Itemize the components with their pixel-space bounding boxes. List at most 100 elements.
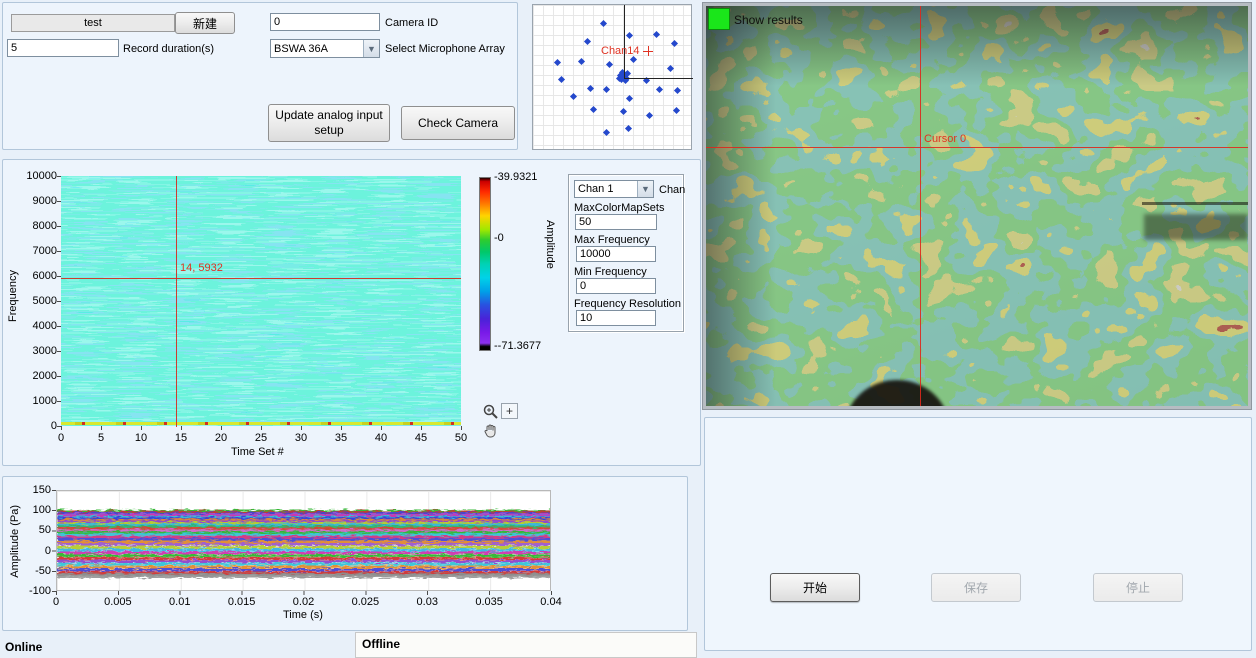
tick-label: 15 — [167, 432, 195, 444]
camera-cursor-label: Cursor 0 — [924, 133, 966, 145]
acoustic-camera-app: { "colors": { "page_bg": "#e8f0f9", "pan… — [0, 0, 1256, 658]
tick-label: 25 — [247, 432, 275, 444]
max-frequency-input[interactable] — [576, 246, 656, 262]
online-status-label: Online — [5, 640, 42, 654]
tick-label: 9000 — [19, 195, 57, 207]
waveform-trace — [57, 536, 551, 539]
tick-label: 5 — [87, 432, 115, 444]
mic-dot — [620, 108, 627, 115]
spectrogram-x-axis-label: Time Set # — [231, 446, 284, 458]
tick-label: -50 — [13, 565, 51, 577]
analysis-groupbox: Chan 1 ▼ Chan MaxColorMapSets Max Freque… — [568, 174, 684, 332]
tick-label: 1000 — [19, 395, 57, 407]
tick-label: 4000 — [19, 320, 57, 332]
tick-label: 35 — [327, 432, 355, 444]
offline-status-label: Offline — [362, 637, 400, 651]
camera-left-shadow — [706, 6, 776, 406]
waveform-traces — [57, 491, 551, 591]
tick-label: 0.015 — [222, 596, 262, 608]
camera-view-frame: Cursor 0 Show results — [702, 2, 1252, 410]
spectrogram-y-axis-label: Frequency — [7, 270, 19, 322]
check-camera-button[interactable]: Check Camera — [401, 106, 515, 140]
spectrogram-plot[interactable] — [61, 176, 461, 426]
mic-array-plot[interactable]: Chan14 — [532, 4, 692, 150]
cursor-tool-icon[interactable]: + — [501, 403, 518, 419]
frequency-resolution-input[interactable] — [576, 310, 656, 326]
show-results-checkbox[interactable] — [708, 8, 730, 30]
tick-label: 10 — [127, 432, 155, 444]
tick-label: 0.035 — [469, 596, 509, 608]
mic-dot — [652, 31, 659, 38]
colorbar-min-label: --71.3677 — [494, 340, 541, 352]
camera-cursor-vertical[interactable] — [920, 6, 921, 406]
mic-dot — [629, 56, 636, 63]
chevron-down-icon[interactable]: ▼ — [363, 40, 379, 57]
camera-id-input[interactable] — [270, 13, 380, 31]
camera-cursor-horizontal[interactable] — [706, 147, 1248, 148]
tick-label: 8000 — [19, 220, 57, 232]
chan-select[interactable]: Chan 1 ▼ — [574, 180, 654, 198]
spectrogram-cursor-horizontal[interactable] — [61, 278, 461, 279]
min-frequency-label: Min Frequency — [574, 266, 647, 278]
max-colormap-input[interactable] — [575, 214, 657, 230]
spectrogram-zero-band — [61, 422, 461, 425]
new-session-button[interactable]: 新建 — [175, 12, 235, 34]
tick-label: 20 — [207, 432, 235, 444]
stop-button[interactable]: 停止 — [1093, 573, 1183, 602]
camera-view[interactable]: Cursor 0 Show results — [706, 6, 1248, 406]
waveform-trace — [57, 566, 551, 569]
mic-array-select[interactable]: BSWA 36A ▼ — [270, 39, 380, 58]
waveform-trace — [57, 557, 551, 560]
waveform-trace — [57, 569, 551, 572]
tick-label: 0.02 — [284, 596, 324, 608]
chevron-down-icon[interactable]: ▼ — [637, 181, 653, 197]
waveform-panel: Amplitude (Pa) 150100500-50-100 00.0050.… — [2, 476, 688, 631]
tick-label: 45 — [407, 432, 435, 444]
waveform-trace — [57, 533, 551, 536]
mic-dot — [671, 40, 678, 47]
waveform-trace — [57, 543, 551, 546]
mic-dot — [600, 20, 607, 27]
pan-tool-icon[interactable] — [482, 422, 500, 443]
tick-label: 150 — [13, 484, 51, 496]
amplitude-colorbar[interactable] — [479, 177, 491, 351]
mic-dot — [590, 106, 597, 113]
mic-dot — [626, 32, 633, 39]
save-button[interactable]: 保存 — [931, 573, 1021, 602]
mic-array-label: Select Microphone Array — [385, 43, 505, 55]
mic-array-value: BSWA 36A — [274, 43, 328, 55]
tick-label: 50 — [447, 432, 475, 444]
tick-label: 0 — [13, 545, 51, 557]
offline-status-box: Offline — [355, 632, 697, 658]
chan-select-value: Chan 1 — [578, 183, 613, 195]
waveform-x-axis-label: Time (s) — [283, 609, 323, 621]
start-button[interactable]: 开始 — [770, 573, 860, 602]
tick-label: 30 — [287, 432, 315, 444]
waveform-x-tickmarks — [56, 591, 552, 595]
tick-label: 40 — [367, 432, 395, 444]
record-duration-input[interactable] — [7, 39, 119, 57]
spectrogram-cursor-vertical[interactable] — [176, 176, 177, 427]
max-colormap-label: MaxColorMapSets — [574, 202, 664, 214]
waveform-trace — [57, 575, 551, 578]
tick-label: 0.025 — [345, 596, 385, 608]
camera-structure-shadow — [1144, 214, 1248, 240]
session-name-input[interactable] — [11, 14, 175, 32]
mic-dot — [569, 93, 576, 100]
mic-dot — [625, 95, 632, 102]
waveform-plot[interactable] — [56, 490, 551, 591]
spectrogram-x-tickmarks — [61, 426, 462, 430]
zoom-tool-icon[interactable] — [482, 403, 500, 424]
chan-label: Chan — [659, 184, 685, 196]
mic-dot — [625, 125, 632, 132]
tick-label: 0 — [47, 432, 75, 444]
tick-label: 0.04 — [531, 596, 571, 608]
spectrogram-noise — [61, 176, 461, 426]
min-frequency-input[interactable] — [576, 278, 656, 294]
update-analog-input-button[interactable]: Update analog input setup — [268, 104, 390, 142]
waveform-trace — [57, 563, 551, 566]
tick-label: 7000 — [19, 245, 57, 257]
tick-label: 50 — [13, 524, 51, 536]
tick-label: 0 — [36, 596, 76, 608]
waveform-trace — [57, 560, 551, 563]
